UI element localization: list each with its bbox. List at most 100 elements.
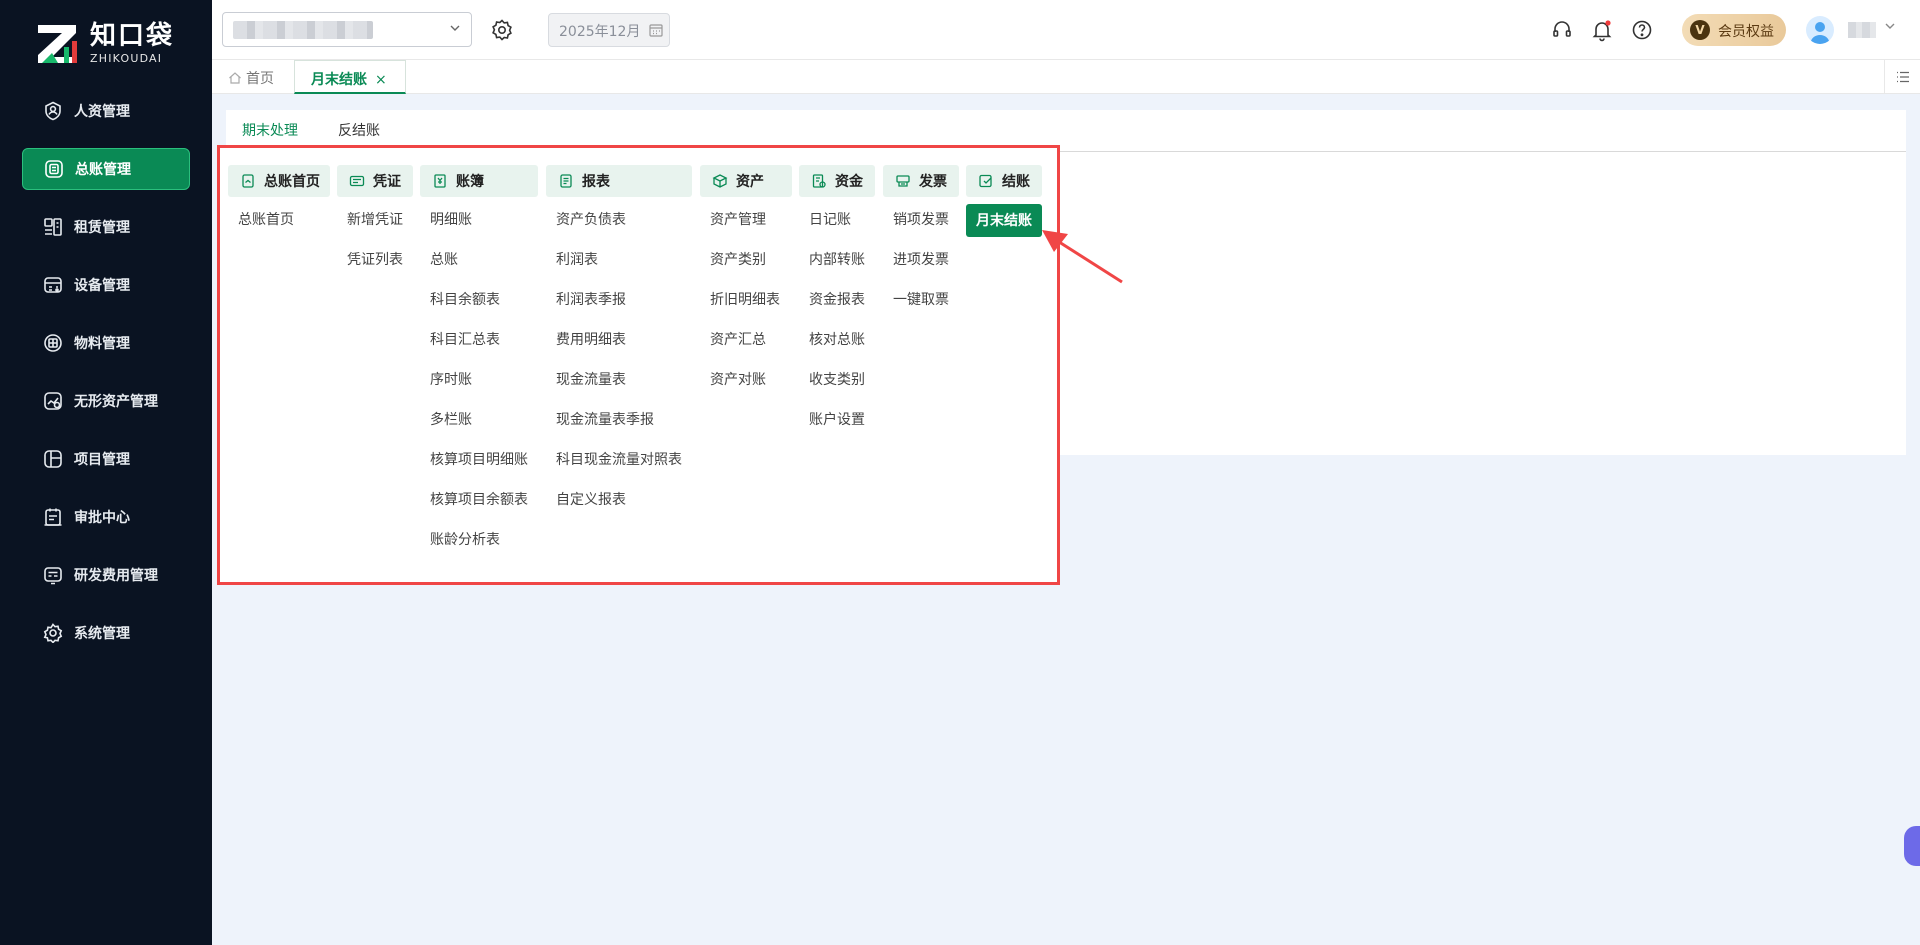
- book-icon: [432, 173, 448, 189]
- menu-item-internal-transfer[interactable]: 内部转账: [799, 237, 875, 277]
- menu-item-balance-sheet[interactable]: 资产负债表: [546, 197, 692, 237]
- sidebar-item-intangible-assets[interactable]: 无形资产管理: [22, 380, 190, 422]
- lease-icon: [42, 216, 64, 238]
- chevron-down-icon[interactable]: [1884, 20, 1896, 35]
- device-icon: [42, 274, 64, 296]
- invoice-icon: [895, 173, 911, 189]
- menu-item-multi-column[interactable]: 多栏账: [420, 397, 538, 437]
- tab-home[interactable]: 首页: [228, 60, 274, 94]
- menu-item-account-balance[interactable]: 科目余额表: [420, 277, 538, 317]
- sidebar-item-label: 审批中心: [74, 510, 130, 526]
- tab-bar: 首页 月末结账 ×: [212, 60, 1920, 94]
- menu-item-cash-journal[interactable]: 日记账: [799, 197, 875, 237]
- sidebar-item-label: 项目管理: [74, 452, 130, 468]
- menu-item-account-cash-flow[interactable]: 科目现金流量对照表: [546, 437, 692, 477]
- menu-item-custom-report[interactable]: 自定义报表: [546, 477, 692, 517]
- sidebar-item-label: 无形资产管理: [74, 394, 158, 410]
- close-icon[interactable]: ×: [375, 72, 387, 88]
- subtab-reverse-close[interactable]: 反结账: [338, 120, 380, 140]
- person-badge-icon: [42, 100, 64, 122]
- menu-item-account-summary[interactable]: 科目汇总表: [420, 317, 538, 357]
- username-redacted[interactable]: [1848, 22, 1876, 38]
- company-select[interactable]: [222, 12, 472, 47]
- menu-item-ledger-home[interactable]: 总账首页: [228, 197, 330, 237]
- menu-item-project-detail[interactable]: 核算项目明细账: [420, 437, 538, 477]
- settings-gear-icon[interactable]: [490, 18, 514, 42]
- avatar[interactable]: [1806, 16, 1834, 44]
- menu-item-income-quarterly[interactable]: 利润表季报: [546, 277, 692, 317]
- tab-month-end-close[interactable]: 月末结账 ×: [294, 60, 406, 94]
- menu-item-project-balance[interactable]: 核算项目余额表: [420, 477, 538, 517]
- menu-item-funds-report[interactable]: 资金报表: [799, 277, 875, 317]
- vip-label: 会员权益: [1718, 24, 1774, 40]
- menu-item-expense-detail[interactable]: 费用明细表: [546, 317, 692, 357]
- menu-item-income-statement[interactable]: 利润表: [546, 237, 692, 277]
- bell-icon[interactable]: [1590, 18, 1614, 42]
- home-icon: [229, 72, 241, 84]
- menu-column-books: 账簿 明细账 总账 科目余额表 科目汇总表 序时账 多栏账 核算项目明细账 核算…: [420, 165, 538, 557]
- approval-icon: [42, 506, 64, 528]
- vip-benefits-button[interactable]: V 会员权益: [1682, 14, 1786, 46]
- sidebar-item-general-ledger[interactable]: 总账管理: [22, 148, 190, 190]
- menu-item-depreciation-detail[interactable]: 折旧明细表: [700, 277, 792, 317]
- menu-item-new-voucher[interactable]: 新增凭证: [337, 197, 413, 237]
- tab-list-menu[interactable]: [1884, 60, 1920, 94]
- help-icon[interactable]: [1630, 18, 1654, 42]
- sidebar-item-label: 总账管理: [75, 162, 131, 178]
- menu-item-sales-invoice[interactable]: 销项发票: [883, 197, 959, 237]
- menu-item-detail-ledger[interactable]: 明细账: [420, 197, 538, 237]
- menu-item-journal[interactable]: 序时账: [420, 357, 538, 397]
- list-icon: [1897, 71, 1909, 83]
- sidebar-item-rd-expense[interactable]: 研发费用管理: [22, 554, 190, 596]
- sidebar-item-hr[interactable]: 人资管理: [22, 90, 190, 132]
- menu-column-reports: 报表 资产负债表 利润表 利润表季报 费用明细表 现金流量表 现金流量表季报 科…: [546, 165, 692, 517]
- menu-item-asset-summary[interactable]: 资产汇总: [700, 317, 792, 357]
- menu-column-header: 凭证: [337, 165, 413, 197]
- ledger-mega-menu: 总账首页 总账首页 凭证 新增凭证 凭证列表 账簿 明细账 总账 科目余额表 科…: [217, 145, 1060, 585]
- annotation-arrow-icon: [1042, 230, 1123, 284]
- sidebar-item-device[interactable]: 设备管理: [22, 264, 190, 306]
- asset-icon: [712, 173, 728, 189]
- menu-column-header: 账簿: [420, 165, 538, 197]
- sidebar-item-project[interactable]: 项目管理: [22, 438, 190, 480]
- report-icon: [558, 173, 574, 189]
- menu-item-cash-flow-quarterly[interactable]: 现金流量表季报: [546, 397, 692, 437]
- sidebar-item-label: 物料管理: [74, 336, 130, 352]
- menu-item-asset-reconcile[interactable]: 资产对账: [700, 357, 792, 397]
- menu-item-income-expense-category[interactable]: 收支类别: [799, 357, 875, 397]
- menu-item-voucher-list[interactable]: 凭证列表: [337, 237, 413, 277]
- project-icon: [42, 448, 64, 470]
- headset-icon[interactable]: [1550, 18, 1574, 42]
- menu-item-check-ledger[interactable]: 核对总账: [799, 317, 875, 357]
- menu-item-month-end-close[interactable]: 月末结账: [966, 204, 1042, 237]
- menu-item-fetch-invoices[interactable]: 一键取票: [883, 277, 959, 317]
- menu-item-general-ledger[interactable]: 总账: [420, 237, 538, 277]
- period-value: 2025年12月: [559, 24, 641, 40]
- menu-item-account-settings[interactable]: 账户设置: [799, 397, 875, 437]
- menu-item-asset-management[interactable]: 资产管理: [700, 197, 792, 237]
- chat-widget-button[interactable]: [1904, 826, 1920, 866]
- sidebar-item-approval[interactable]: 审批中心: [22, 496, 190, 538]
- menu-item-cash-flow[interactable]: 现金流量表: [546, 357, 692, 397]
- logo[interactable]: 知口袋 ZHIKOUDAI: [36, 22, 174, 66]
- logo-mark-icon: [38, 25, 77, 63]
- sidebar-item-system[interactable]: 系统管理: [22, 612, 190, 654]
- menu-item-aging-analysis[interactable]: 账龄分析表: [420, 517, 538, 557]
- menu-item-asset-category[interactable]: 资产类别: [700, 237, 792, 277]
- sidebar-nav: 人资管理 总账管理 租赁管理 设备管理 物料管理 无形资产管理 项目管理 审批中…: [22, 90, 190, 670]
- sidebar-item-lease[interactable]: 租赁管理: [22, 206, 190, 248]
- sidebar-item-material[interactable]: 物料管理: [22, 322, 190, 364]
- menu-column-invoices: 发票 销项发票 进项发票 一键取票: [883, 165, 959, 317]
- subtab-period-end[interactable]: 期末处理: [242, 120, 298, 140]
- menu-column-header: 总账首页: [228, 165, 330, 197]
- menu-column-ledger-home: 总账首页 总账首页: [228, 165, 330, 237]
- period-picker[interactable]: 2025年12月: [548, 13, 670, 47]
- menu-column-header: 发票: [883, 165, 959, 197]
- menu-item-purchase-invoice[interactable]: 进项发票: [883, 237, 959, 277]
- home-doc-icon: [240, 173, 256, 189]
- tab-home-label: 首页: [246, 71, 274, 87]
- sidebar-item-label: 设备管理: [74, 278, 130, 294]
- menu-column-header: 报表: [546, 165, 692, 197]
- voucher-icon: [349, 173, 365, 189]
- sidebar-item-label: 租赁管理: [74, 220, 130, 236]
